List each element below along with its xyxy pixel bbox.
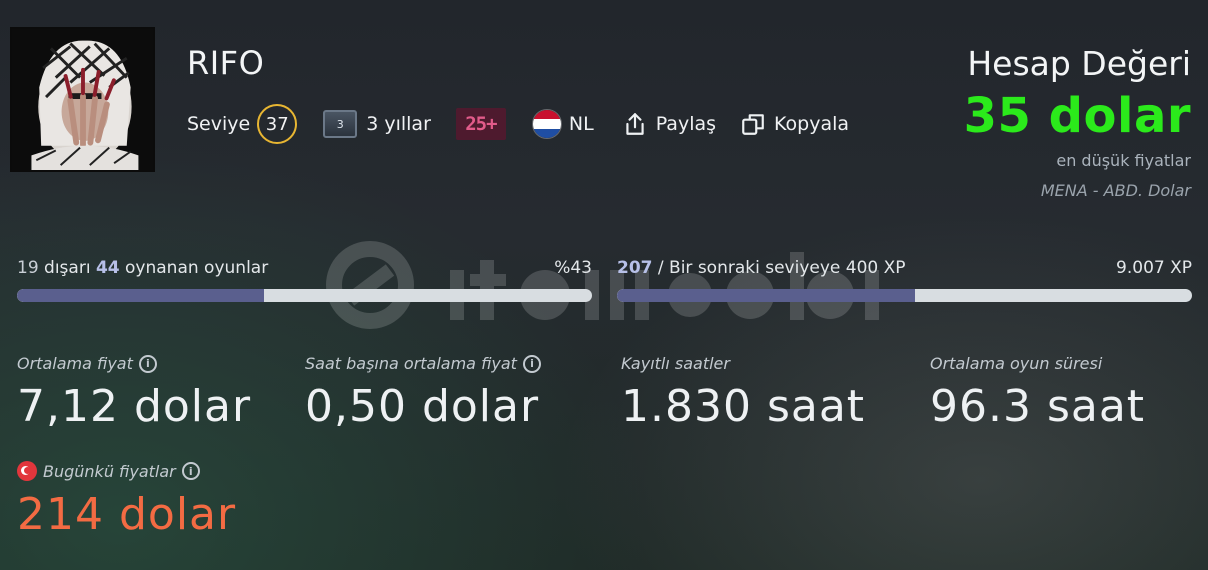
games-percent: %43	[554, 258, 592, 278]
stat-recorded-hours: Kayıtlı saatler 1.830 saat	[621, 354, 865, 432]
stat-price-per-hour-value: 0,50 dolar	[305, 381, 540, 432]
share-icon	[626, 113, 644, 135]
share-button[interactable]: Paylaş	[622, 111, 716, 137]
stat-label-text: Ortalama fiyat	[17, 354, 133, 373]
username: RIFO	[187, 44, 265, 82]
stat-label-text: Bugünkü fiyatlar	[43, 461, 176, 481]
stat-average-playtime-label: Ortalama oyun süresi	[930, 354, 1145, 373]
level-badge: 37	[257, 104, 298, 144]
games-suffix: oynanan oyunlar	[119, 258, 269, 278]
games-progress-text: 19 dışarı 44 oynanan oyunlar	[17, 258, 268, 282]
stat-today-price-value: 214 dolar	[17, 489, 237, 540]
avatar	[10, 27, 155, 172]
stat-today-price-label: Bugünkü fiyatlar i	[17, 461, 236, 481]
stat-average-price: Ortalama fiyat i 7,12 dolar	[17, 354, 251, 432]
account-value-title: Hesap Değeri	[967, 44, 1191, 83]
xp-progress-header: 207 / Bir sonraki seviyeye 400 XP 9.007 …	[617, 258, 1192, 282]
netherlands-flag-icon	[531, 109, 562, 139]
games-sep: dışarı	[38, 258, 96, 278]
stat-average-price-value: 7,12 dolar	[17, 381, 252, 432]
games-played: 19	[17, 258, 39, 278]
age-rating-badge: 25+	[455, 108, 506, 140]
stat-today-price: Bugünkü fiyatlar i 214 dolar	[17, 461, 236, 540]
share-label: Paylaş	[655, 113, 717, 135]
stat-average-price-label: Ortalama fiyat i	[17, 354, 251, 373]
stat-label-text: Kayıtlı saatler	[621, 354, 730, 373]
games-progress: 19 dışarı 44 oynanan oyunlar %43	[17, 258, 592, 302]
stat-recorded-hours-value: 1.830 saat	[621, 381, 866, 432]
games-progress-header: 19 dışarı 44 oynanan oyunlar %43	[17, 258, 592, 282]
games-progress-bar	[17, 289, 592, 302]
copy-icon	[742, 114, 764, 135]
xp-progress-fill	[617, 289, 915, 302]
stat-label-text: Ortalama oyun süresi	[930, 354, 1103, 373]
years-label: 3 yıllar	[366, 113, 431, 135]
level-label: Seviye	[187, 113, 251, 135]
country-code: NL	[568, 113, 594, 135]
account-value-amount: 35 dolar	[963, 88, 1191, 144]
stat-average-playtime: Ortalama oyun süresi 96.3 saat	[930, 354, 1145, 432]
xp-progress-bar	[617, 289, 1192, 302]
xp-next-level-text: / Bir sonraki seviyeye 400 XP	[652, 258, 906, 278]
turkey-flag-icon	[17, 461, 37, 481]
account-value-subtitle: en düşük fiyatlar	[1056, 151, 1191, 170]
games-total: 44	[95, 258, 120, 278]
info-icon[interactable]: i	[138, 354, 157, 373]
games-progress-fill	[17, 289, 265, 302]
info-icon[interactable]: i	[522, 354, 541, 373]
xp-total: 9.007 XP	[1116, 258, 1192, 278]
xp-progress-text: 207 / Bir sonraki seviyeye 400 XP	[617, 258, 906, 282]
info-icon[interactable]: i	[181, 462, 200, 480]
profile-meta: Seviye 37 3 3 yıllar 25+ NL Paylaş Kopya…	[187, 104, 849, 144]
stat-label-text: Saat başına ortalama fiyat	[305, 354, 517, 373]
copy-label: Kopyala	[774, 113, 850, 135]
copy-button[interactable]: Kopyala	[740, 111, 849, 137]
xp-progress: 207 / Bir sonraki seviyeye 400 XP 9.007 …	[617, 258, 1192, 302]
stat-price-per-hour: Saat başına ortalama fiyat i 0,50 dolar	[305, 354, 541, 432]
stat-price-per-hour-label: Saat başına ortalama fiyat i	[305, 354, 541, 373]
xp-current: 207	[617, 258, 653, 278]
account-value-region: MENA - ABD. Dolar	[1040, 181, 1191, 200]
years-badge-icon: 3	[323, 110, 358, 138]
stat-average-playtime-value: 96.3 saat	[930, 381, 1146, 432]
avatar-image	[12, 29, 153, 170]
stat-recorded-hours-label: Kayıtlı saatler	[621, 354, 865, 373]
